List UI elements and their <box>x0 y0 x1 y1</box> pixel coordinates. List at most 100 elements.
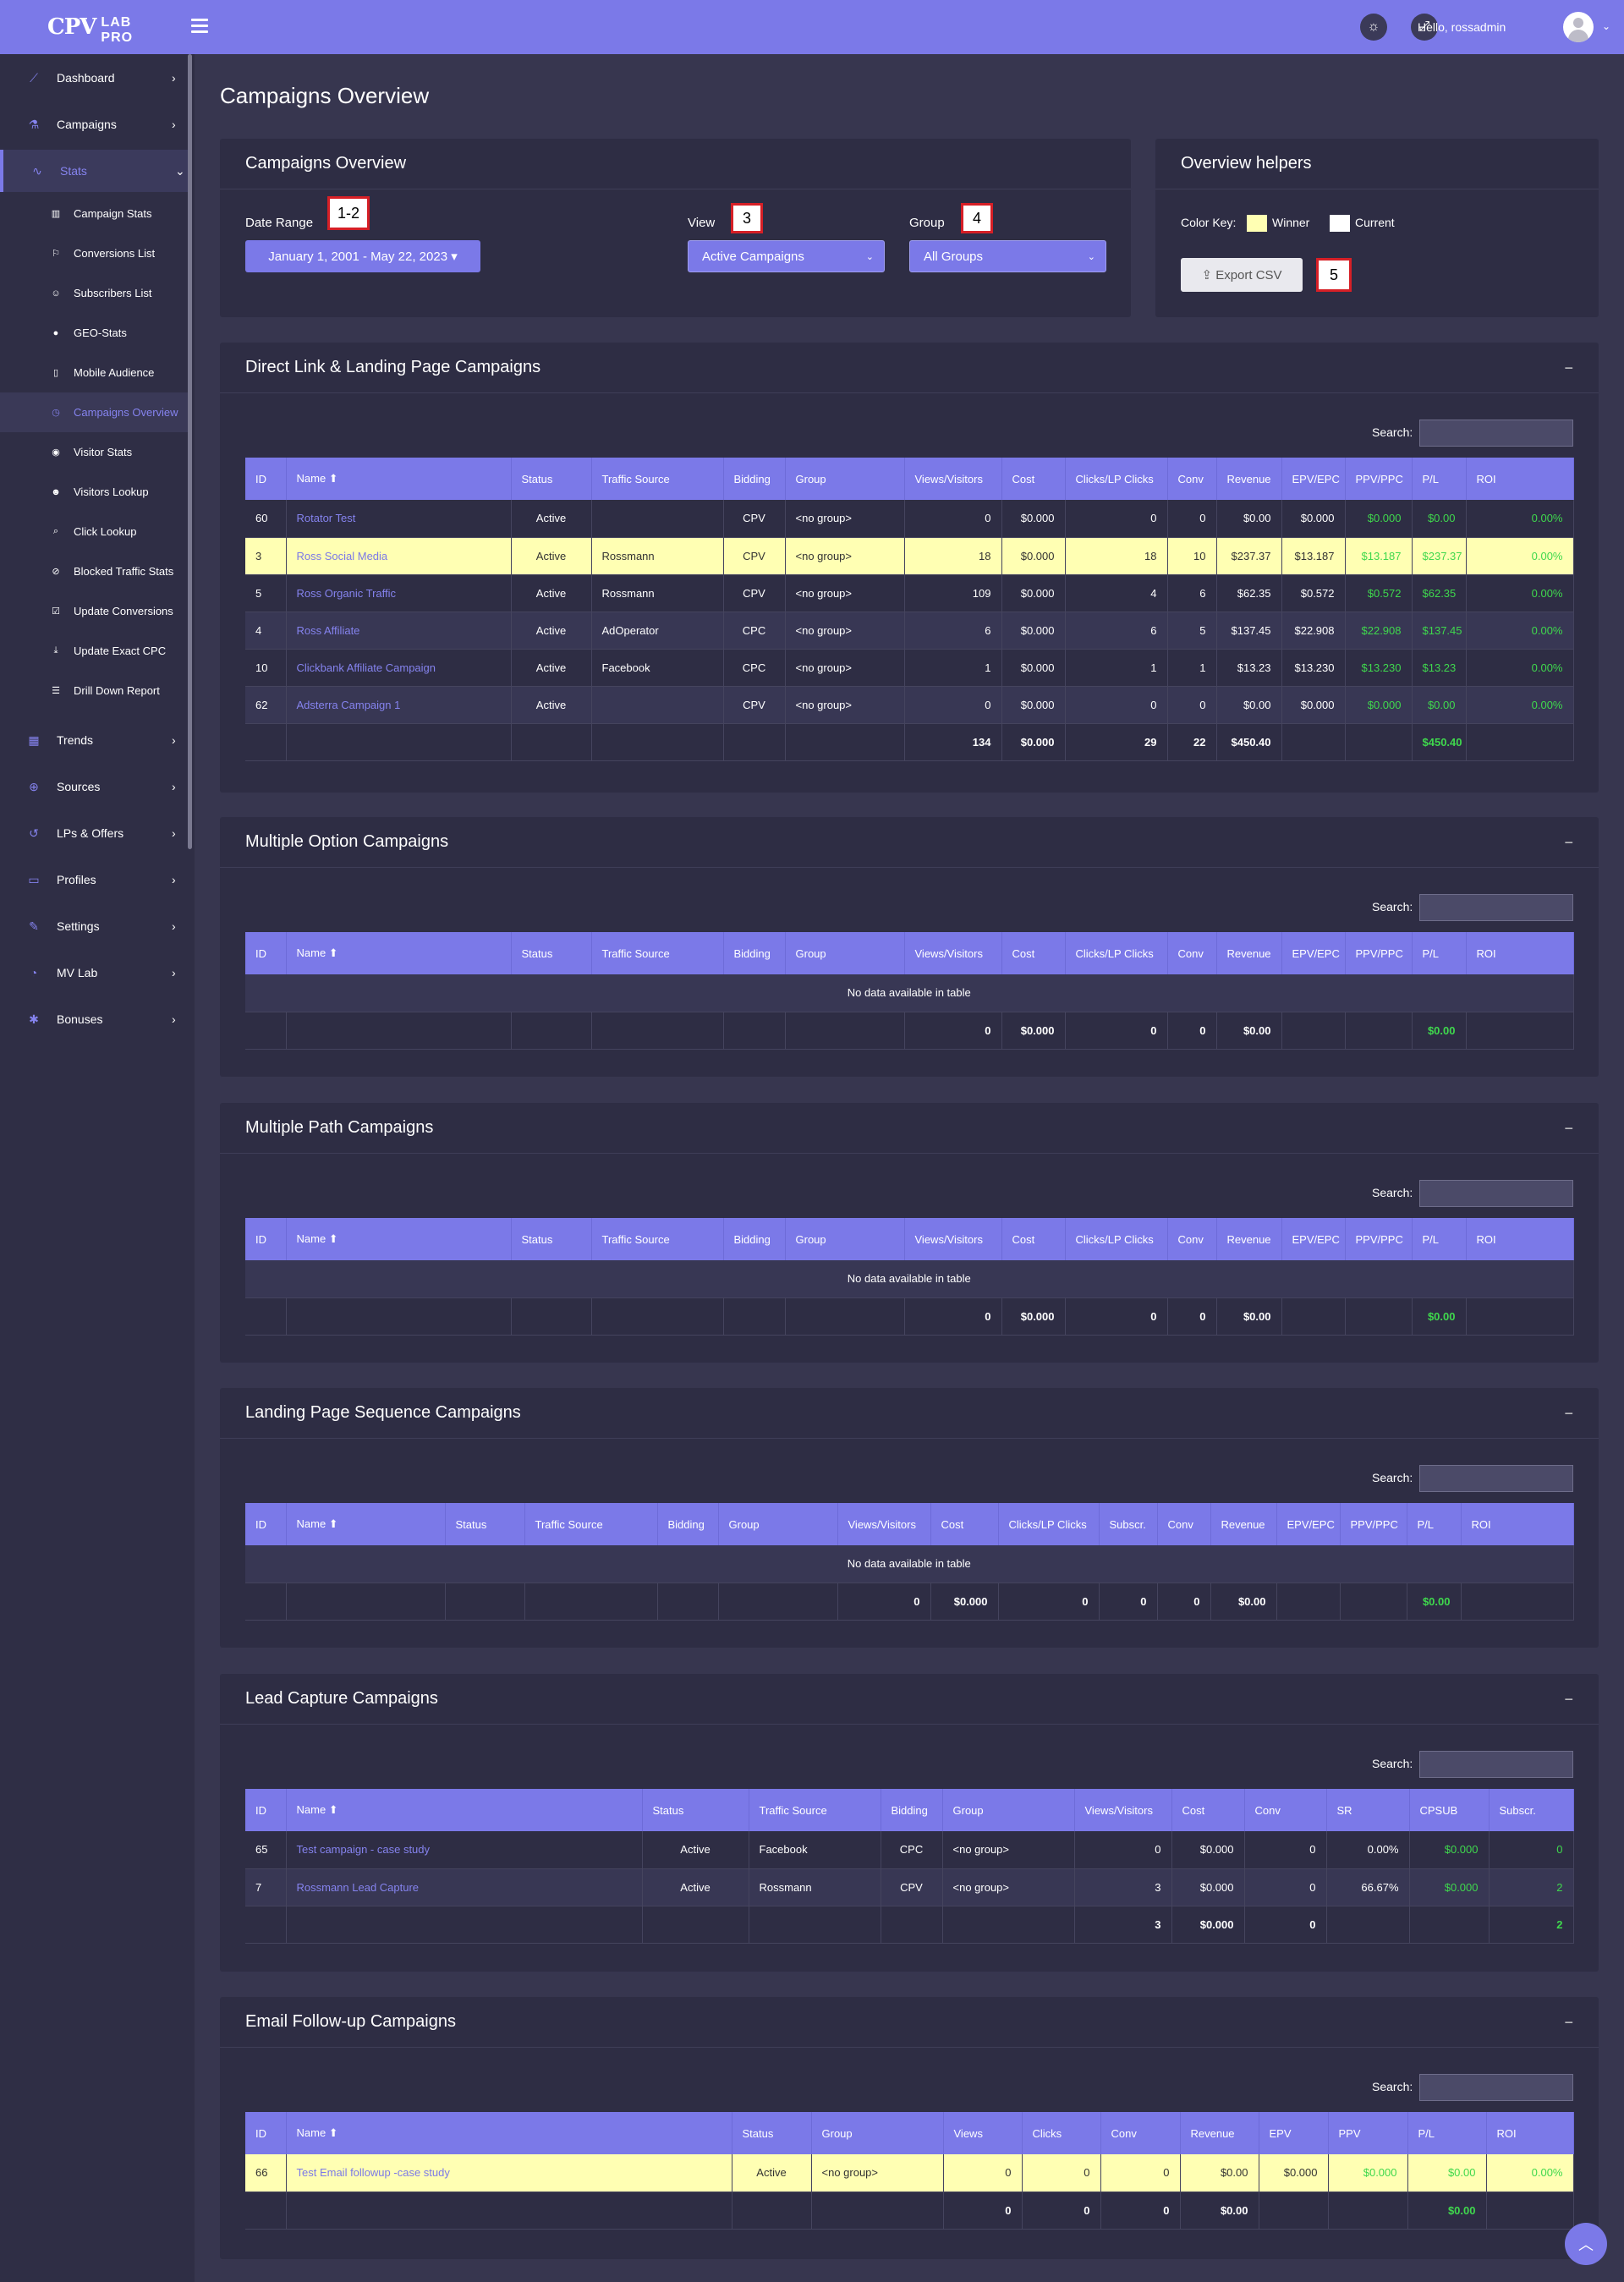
column-header[interactable]: Traffic Source <box>591 458 724 500</box>
sidebar-item-profiles[interactable]: ▭ Profiles › <box>0 858 188 901</box>
sidebar-item-trends[interactable]: ▦ Trends › <box>0 719 188 761</box>
table-cell[interactable]: Ross Affiliate <box>286 612 512 650</box>
table-row[interactable]: 60 Rotator Test Active CPV <no group> 0 $0.000… <box>245 500 1574 538</box>
column-header[interactable]: ID <box>245 932 287 974</box>
collapse-icon[interactable]: − <box>1564 834 1573 852</box>
collapse-icon[interactable]: − <box>1564 1691 1573 1709</box>
collapse-icon[interactable]: − <box>1564 2014 1573 2032</box>
date-range-picker[interactable]: January 1, 2001 - May 22, 2023 ▾ <box>245 240 480 272</box>
table-row[interactable]: 10 Clickbank Affiliate Campaign Active Face… <box>245 649 1574 687</box>
column-header[interactable]: P/L <box>1412 458 1467 500</box>
column-header[interactable]: Clicks/LP Clicks <box>998 1503 1100 1545</box>
search-input[interactable] <box>1419 1180 1573 1207</box>
table-row[interactable]: 3 Ross Social Media Active Rossmann CPV <no g… <box>245 537 1574 575</box>
sidebar-sub-visitors-lookup[interactable]: ☻ Visitors Lookup <box>0 472 188 512</box>
column-header[interactable]: ID <box>245 1503 287 1545</box>
column-header[interactable]: Clicks <box>1022 2112 1101 2154</box>
chevron-down-icon[interactable]: ⌄ <box>1602 20 1610 32</box>
column-header[interactable]: Clicks/LP Clicks <box>1065 458 1168 500</box>
sidebar-item-sources[interactable]: ⊕ Sources › <box>0 765 188 808</box>
column-header[interactable]: Name ⬆ <box>286 458 512 500</box>
table-cell[interactable]: Adsterra Campaign 1 <box>286 686 512 724</box>
sidebar-sub-geo-stats[interactable]: ● GEO-Stats <box>0 313 188 353</box>
column-header[interactable]: Status <box>732 2112 812 2154</box>
column-header[interactable]: Subscr. <box>1489 1789 1574 1831</box>
sidebar-item-lps-offers[interactable]: ↺ LPs & Offers › <box>0 812 188 854</box>
column-header[interactable]: Bidding <box>723 932 786 974</box>
column-header[interactable]: Group <box>785 1218 905 1260</box>
table-cell[interactable]: Rossmann Lead Capture <box>286 1868 643 1906</box>
column-header[interactable]: P/L <box>1412 1218 1467 1260</box>
sidebar-sub-blocked-traffic[interactable]: ⊘ Blocked Traffic Stats <box>0 551 188 591</box>
column-header[interactable]: Bidding <box>723 458 786 500</box>
column-header[interactable]: Cost <box>1171 1789 1245 1831</box>
sidebar-sub-drill-down[interactable]: ☰ Drill Down Report <box>0 671 188 710</box>
column-header[interactable]: Status <box>511 932 592 974</box>
column-header[interactable]: Group <box>785 932 905 974</box>
column-header[interactable]: Group <box>718 1503 838 1545</box>
table-cell[interactable]: Ross Social Media <box>286 537 512 575</box>
column-header[interactable]: Conv <box>1167 458 1217 500</box>
scroll-to-top-button[interactable]: ︿ <box>1565 2223 1607 2265</box>
column-header[interactable]: Views/Visitors <box>904 932 1002 974</box>
column-header[interactable]: Clicks/LP Clicks <box>1065 932 1168 974</box>
column-header[interactable]: Views <box>943 2112 1023 2154</box>
column-header[interactable]: EPV/EPC <box>1281 1218 1346 1260</box>
collapse-icon[interactable]: − <box>1564 359 1573 377</box>
table-cell[interactable]: Test Email followup -case study <box>286 2154 732 2192</box>
group-select[interactable]: All Groups ⌄ <box>909 240 1106 272</box>
column-header[interactable]: Bidding <box>657 1503 719 1545</box>
sidebar-sub-subscribers-list[interactable]: ☺ Subscribers List <box>0 273 188 313</box>
column-header[interactable]: Name ⬆ <box>286 1789 643 1831</box>
user-greeting[interactable]: Hello, rossadmin <box>1418 20 1506 34</box>
logo[interactable]: CPV LAB PRO <box>47 12 157 45</box>
sidebar-sub-mobile-audience[interactable]: ▯ Mobile Audience <box>0 353 188 392</box>
column-header[interactable]: Revenue <box>1180 2112 1259 2154</box>
column-header[interactable]: EPV/EPC <box>1276 1503 1341 1545</box>
sidebar-scrollbar[interactable] <box>188 54 192 849</box>
search-input[interactable] <box>1419 1751 1573 1778</box>
column-header[interactable]: SR <box>1326 1789 1410 1831</box>
column-header[interactable]: ID <box>245 1218 287 1260</box>
sidebar-sub-update-cpc[interactable]: ⤓ Update Exact CPC <box>0 631 188 671</box>
column-header[interactable]: Conv <box>1244 1789 1327 1831</box>
table-row[interactable]: 7 Rossmann Lead Capture Active Rossmann CPV <… <box>245 1868 1574 1906</box>
sidebar-sub-click-lookup[interactable]: ⌕ Click Lookup <box>0 512 188 551</box>
column-header[interactable]: ID <box>245 2112 287 2154</box>
sidebar-item-dashboard[interactable]: ⟋ Dashboard › <box>0 57 188 99</box>
sidebar-item-campaigns[interactable]: ⚗ Campaigns › <box>0 103 188 145</box>
column-header[interactable]: Bidding <box>881 1789 943 1831</box>
column-header[interactable]: Revenue <box>1216 458 1282 500</box>
search-input[interactable] <box>1419 420 1573 447</box>
search-input[interactable] <box>1419 2074 1573 2101</box>
column-header[interactable]: Revenue <box>1210 1503 1277 1545</box>
sidebar-item-stats[interactable]: ∿ Stats ⌄ <box>0 150 188 192</box>
column-header[interactable]: Status <box>511 1218 592 1260</box>
collapse-icon[interactable]: − <box>1564 1120 1573 1138</box>
table-cell[interactable]: Rotator Test <box>286 500 512 538</box>
sidebar-sub-visitor-stats[interactable]: ◉ Visitor Stats <box>0 432 188 472</box>
column-header[interactable]: Traffic Source <box>591 1218 724 1260</box>
column-header[interactable]: Cost <box>1001 458 1066 500</box>
table-row[interactable]: 5 Ross Organic Traffic Active Rossmann CPV <n… <box>245 574 1574 612</box>
column-header[interactable]: Conv <box>1157 1503 1211 1545</box>
sidebar-sub-update-conversions[interactable]: ☑ Update Conversions <box>0 591 188 631</box>
column-header[interactable]: Views/Visitors <box>837 1503 931 1545</box>
sidebar-item-mv-lab[interactable]: ◔ MV Lab › <box>0 952 188 994</box>
column-header[interactable]: ROI <box>1461 1503 1574 1545</box>
search-input[interactable] <box>1419 894 1573 921</box>
column-header[interactable]: Status <box>511 458 592 500</box>
column-header[interactable]: Group <box>942 1789 1075 1831</box>
sidebar-item-bonuses[interactable]: ✱ Bonuses › <box>0 998 188 1040</box>
column-header[interactable]: ROI <box>1466 1218 1574 1260</box>
column-header[interactable]: Name ⬆ <box>286 2112 732 2154</box>
column-header[interactable]: Bidding <box>723 1218 786 1260</box>
column-header[interactable]: Views/Visitors <box>904 1218 1002 1260</box>
column-header[interactable]: Group <box>785 458 905 500</box>
sidebar-sub-campaigns-overview[interactable]: ◷ Campaigns Overview <box>0 392 188 432</box>
view-select[interactable]: Active Campaigns ⌄ <box>688 240 885 272</box>
column-header[interactable]: P/L <box>1407 2112 1487 2154</box>
hamburger-menu-icon[interactable] <box>191 19 208 34</box>
collapse-icon[interactable]: − <box>1564 1405 1573 1423</box>
column-header[interactable]: P/L <box>1412 932 1467 974</box>
